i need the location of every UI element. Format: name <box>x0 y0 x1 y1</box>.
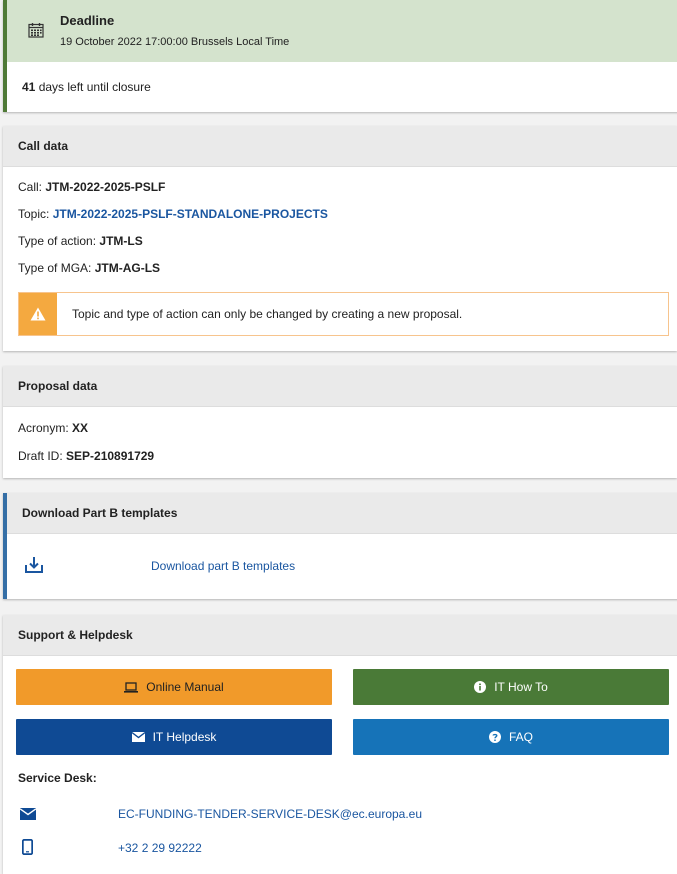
online-manual-label: Online Manual <box>146 680 224 694</box>
deadline-title: Deadline <box>60 13 115 28</box>
acronym-label: Acronym: <box>18 421 73 435</box>
laptop-icon <box>124 681 139 693</box>
envelope-icon <box>131 732 145 742</box>
question-icon <box>488 731 501 743</box>
faq-button[interactable]: FAQ <box>353 719 669 755</box>
topic-label: Topic: <box>18 207 53 221</box>
calendar-icon <box>28 22 44 41</box>
mga-row: Type of MGA: JTM-AG-LS <box>18 261 160 275</box>
topic-link[interactable]: JTM-2022-2025-PSLF-STANDALONE-PROJECTS <box>53 207 328 221</box>
info-icon <box>474 681 487 693</box>
it-how-to-button[interactable]: IT How To <box>353 669 669 705</box>
service-desk-label: Service Desk: <box>18 771 97 785</box>
it-how-to-label: IT How To <box>494 680 548 694</box>
download-icon[interactable] <box>25 557 43 576</box>
draft-id-label: Draft ID: <box>18 449 67 463</box>
faq-label: FAQ <box>508 730 533 744</box>
days-left-suffix: days left until closure <box>35 80 151 94</box>
mobile-icon <box>21 838 34 858</box>
download-templates-link[interactable]: Download part B templates <box>151 559 295 573</box>
acronym-row: Acronym: XX <box>18 421 88 435</box>
support-header: Support & Helpdesk <box>3 615 677 656</box>
envelope-icon <box>19 808 37 823</box>
warning-icon <box>19 293 57 335</box>
it-helpdesk-label: IT Helpdesk <box>152 730 217 744</box>
it-helpdesk-button[interactable]: IT Helpdesk <box>16 719 332 755</box>
deadline-header: Deadline 19 October 2022 17:00:00 Brusse… <box>7 0 677 62</box>
days-left-count: 41 <box>22 80 36 94</box>
proposal-data-header: Proposal data <box>3 366 677 407</box>
download-header: Download Part B templates <box>7 493 677 534</box>
action-label: Type of action: <box>18 234 100 248</box>
service-desk-phone[interactable]: +32 2 29 92222 <box>118 841 202 855</box>
acronym-value: XX <box>72 421 89 435</box>
draft-id-value: SEP-210891729 <box>66 449 155 463</box>
mga-label: Type of MGA: <box>18 261 95 275</box>
warning-text: Topic and type of action can only be cha… <box>72 307 463 321</box>
mga-value: JTM-AG-LS <box>94 261 161 275</box>
deadline-date: 19 October 2022 17:00:00 Brussels Local … <box>60 36 290 48</box>
online-manual-button[interactable]: Online Manual <box>16 669 332 705</box>
call-label: Call: <box>18 180 46 194</box>
call-row: Call: JTM-2022-2025-PSLF <box>18 180 165 194</box>
topic-row: Topic: JTM-2022-2025-PSLF-STANDALONE-PRO… <box>18 207 328 221</box>
warning-box: Topic and type of action can only be cha… <box>18 292 669 336</box>
days-left-text: 41 days left until closure <box>7 62 677 112</box>
call-data-header: Call data <box>3 126 677 167</box>
action-value: JTM-LS <box>99 234 143 248</box>
call-data-panel: Call data Call: JTM-2022-2025-PSLF Topic… <box>3 126 677 351</box>
support-panel: Support & Helpdesk Online Manual IT How … <box>3 615 677 874</box>
action-row: Type of action: JTM-LS <box>18 234 143 248</box>
call-value: JTM-2022-2025-PSLF <box>45 180 166 194</box>
service-desk-email[interactable]: EC-FUNDING-TENDER-SERVICE-DESK@ec.europa… <box>118 807 422 821</box>
draft-id-row: Draft ID: SEP-210891729 <box>18 449 154 463</box>
deadline-panel: Deadline 19 October 2022 17:00:00 Brusse… <box>3 0 677 112</box>
proposal-data-panel: Proposal data Acronym: XX Draft ID: SEP-… <box>3 366 677 478</box>
download-panel: Download Part B templates Download part … <box>3 493 677 599</box>
